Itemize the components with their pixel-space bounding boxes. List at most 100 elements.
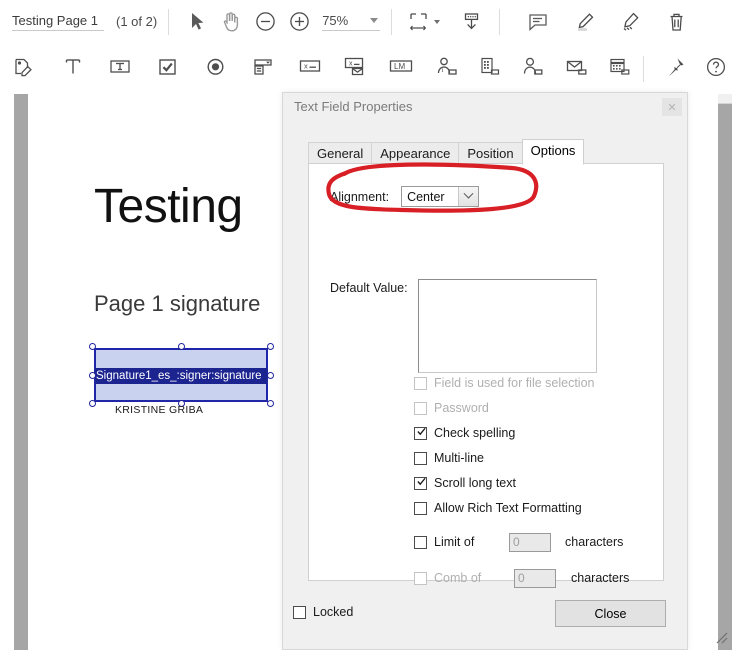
alignment-select[interactable]: Center	[401, 186, 480, 207]
zoom-level-selector[interactable]: 75%	[322, 12, 381, 31]
add-text-button[interactable]	[57, 50, 88, 88]
pen-button[interactable]	[613, 5, 647, 39]
checkbox-box[interactable]	[414, 426, 427, 440]
select-tool-button[interactable]	[180, 5, 214, 39]
highlighter-button[interactable]	[567, 5, 601, 39]
close-button[interactable]: Close	[555, 600, 666, 627]
resize-handle-nw[interactable]	[89, 343, 96, 350]
viewport-left-edge	[0, 94, 14, 650]
dialog-title: Text Field Properties	[294, 99, 413, 114]
document-subheading: Page 1 signature	[94, 291, 261, 316]
add-checkbox-button[interactable]	[152, 50, 183, 88]
add-text-field-button[interactable]	[105, 50, 136, 88]
comment-icon	[527, 11, 549, 32]
add-dropdown-button[interactable]	[247, 50, 278, 88]
close-icon[interactable]: ✕	[662, 98, 682, 116]
stamp-field-icon: x	[343, 56, 367, 82]
hand-tool-button[interactable]	[214, 5, 248, 39]
tab-general[interactable]: General	[308, 142, 373, 165]
comb-of-suffix: characters	[571, 571, 630, 585]
add-email-field-button[interactable]	[561, 50, 592, 88]
page-name-field[interactable]: Testing Page 1	[12, 13, 104, 31]
page-count-label: (1 of 2)	[116, 14, 158, 29]
help-button[interactable]	[701, 50, 732, 88]
checkbox-multi-line[interactable]: Multi-line	[414, 451, 484, 465]
checkbox-box[interactable]	[414, 451, 427, 465]
dropdown-icon	[252, 56, 274, 82]
checkbox-field-used-for-file-selection[interactable]: Field is used for file selection	[414, 376, 595, 390]
list-box-icon: LM	[388, 57, 414, 81]
checkbox-box[interactable]	[414, 535, 427, 549]
download-icon	[461, 11, 482, 32]
checkbox-box[interactable]	[414, 376, 427, 390]
add-signature-field-button[interactable]	[8, 50, 39, 88]
pdf-editor-window: Testing Page 1 (1 of 2) 75% x x LM i Tes…	[0, 0, 732, 650]
fit-page-button[interactable]	[403, 5, 433, 39]
radio-button-icon	[205, 56, 226, 82]
add-stamp-button[interactable]: x	[340, 50, 371, 88]
add-company-field-button[interactable]	[474, 50, 505, 88]
horizontal-scrollbar-left[interactable]	[14, 94, 28, 650]
fit-width-icon	[408, 11, 429, 32]
download-button[interactable]	[454, 5, 488, 39]
alignment-row: Alignment: Center	[330, 186, 480, 207]
signature-field-icon	[12, 56, 35, 83]
svg-text:i: i	[441, 67, 443, 74]
initials-field-icon: x	[298, 57, 322, 81]
resize-handle-e[interactable]	[267, 372, 274, 379]
add-initials-button[interactable]: x	[294, 50, 325, 88]
comb-of-row: Comb of	[414, 571, 481, 585]
delete-button[interactable]	[659, 5, 693, 39]
resize-handle-n[interactable]	[178, 343, 185, 350]
alignment-label: Alignment:	[330, 189, 390, 204]
pen-icon	[619, 11, 642, 33]
checkbox-label: Multi-line	[434, 451, 485, 465]
minus-circle-icon	[255, 11, 276, 32]
checkbox-password[interactable]: Password	[414, 401, 489, 415]
alignment-value: Center	[407, 189, 445, 204]
add-date-field-button[interactable]	[604, 50, 635, 88]
locked-checkbox[interactable]	[293, 605, 306, 619]
resize-handle-ne[interactable]	[267, 343, 274, 350]
cursor-arrow-icon	[190, 12, 205, 31]
tab-appearance[interactable]: Appearance	[371, 142, 460, 165]
resize-handle-sw[interactable]	[89, 400, 96, 407]
check-icon	[417, 477, 426, 485]
limit-of-input[interactable]: 0	[509, 533, 551, 552]
window-resize-grip[interactable]	[714, 630, 732, 648]
default-value-input[interactable]	[418, 279, 597, 373]
resize-handle-se[interactable]	[267, 400, 274, 407]
chevron-down-icon[interactable]	[458, 187, 479, 206]
fit-page-chevron-icon[interactable]	[434, 19, 441, 24]
locked-row[interactable]: Locked	[293, 605, 353, 619]
zoom-out-button[interactable]	[248, 5, 282, 39]
text-tool-icon	[63, 56, 83, 82]
signature-field-name: Signature1_es_:signer:signature	[95, 368, 267, 384]
add-list-box-button[interactable]: LM	[385, 50, 416, 88]
checkbox-box[interactable]	[414, 476, 427, 490]
add-radio-button-button[interactable]	[200, 50, 231, 88]
help-icon	[705, 56, 727, 83]
add-title-field-button[interactable]: i	[431, 50, 462, 88]
dialog-tab-strip: General Appearance Position Options	[308, 139, 585, 165]
checkbox-box[interactable]	[414, 401, 427, 415]
zoom-in-button[interactable]	[282, 5, 316, 39]
add-name-field-button[interactable]	[517, 50, 548, 88]
tab-position[interactable]: Position	[458, 142, 523, 165]
pin-icon	[664, 56, 686, 83]
selected-signature-field[interactable]: Signature1_es_:signer:signature KRISTINE…	[89, 343, 274, 416]
limit-of-suffix: characters	[565, 535, 624, 549]
checkbox-allow-rich-text-formatting[interactable]: Allow Rich Text Formatting	[414, 501, 582, 515]
checkbox-box[interactable]	[414, 501, 427, 515]
tab-options[interactable]: Options	[521, 139, 585, 165]
comment-button[interactable]	[521, 5, 555, 39]
pin-button[interactable]	[659, 50, 690, 88]
checkbox-check-spelling[interactable]: Check spelling	[414, 426, 515, 440]
vertical-scrollbar-thumb[interactable]	[718, 94, 732, 650]
checkbox-box	[414, 571, 427, 585]
checkbox-scroll-long-text[interactable]: Scroll long text	[414, 476, 516, 490]
hand-icon	[221, 11, 241, 32]
limit-of-row[interactable]: Limit of	[414, 535, 474, 549]
zoom-level-value: 75%	[322, 12, 349, 28]
resize-handle-w[interactable]	[89, 372, 96, 379]
